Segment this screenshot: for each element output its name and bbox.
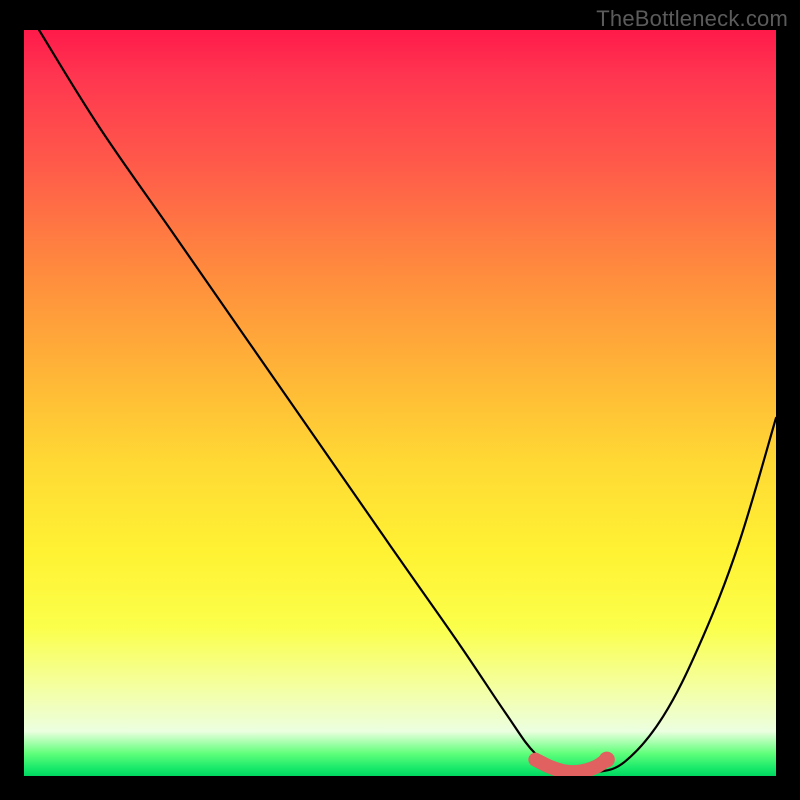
bottleneck-curve-path bbox=[39, 30, 776, 774]
watermark-text: TheBottleneck.com bbox=[596, 6, 788, 32]
chart-svg bbox=[24, 30, 776, 776]
plot-area bbox=[24, 30, 776, 776]
optimal-end-dot bbox=[599, 752, 615, 768]
optimal-range-path bbox=[535, 760, 606, 773]
chart-container: TheBottleneck.com bbox=[0, 0, 800, 800]
